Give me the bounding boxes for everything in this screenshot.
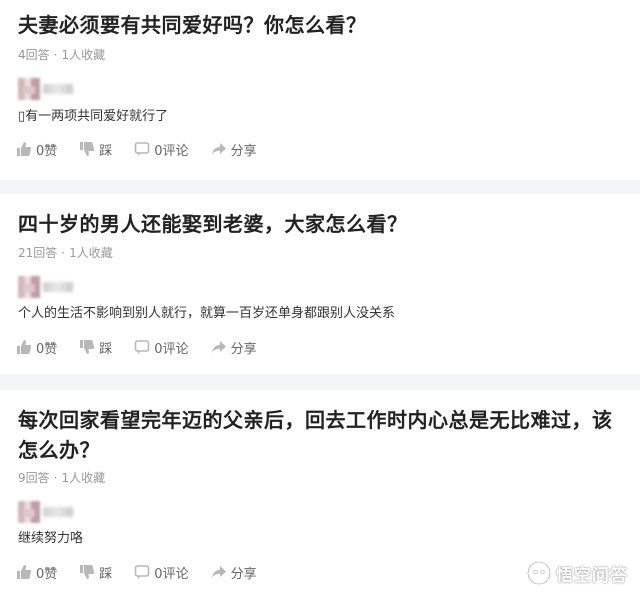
meta-dot: · [61, 246, 66, 260]
avatar[interactable] [18, 501, 40, 523]
author-name-blurred[interactable] [43, 84, 73, 94]
question-title[interactable]: 夫妻必须要有共同爱好吗？你怎么看？ [18, 10, 616, 40]
dislike-button[interactable]: 踩 [79, 140, 112, 159]
avatar[interactable] [18, 78, 40, 100]
card-separator [0, 180, 640, 194]
thumbs-down-icon [80, 340, 95, 354]
like-button[interactable]: 0赞 [16, 563, 57, 582]
favorite-count: 1人收藏 [61, 48, 106, 62]
thumbs-up-icon [17, 142, 32, 156]
share-icon [211, 566, 226, 578]
comment-icon [134, 565, 150, 579]
comment-icon [134, 142, 150, 156]
answer-author[interactable] [18, 501, 73, 523]
favorite-count: 1人收藏 [69, 246, 113, 260]
author-name-blurred[interactable] [43, 282, 73, 292]
answer-text[interactable]: ▯有一两项共同爱好就行了 [18, 108, 168, 126]
wukong-logo-icon [526, 560, 552, 586]
dislike-button[interactable]: 踩 [79, 563, 112, 582]
share-label: 分享 [230, 566, 257, 582]
thumbs-down-icon [80, 565, 95, 579]
comment-button[interactable]: 0评论 [134, 563, 189, 582]
comment-count: 0评论 [154, 341, 189, 357]
favorite-count: 1人收藏 [61, 471, 106, 485]
share-label: 分享 [230, 143, 257, 159]
answer-text[interactable]: 个人的生活不影响到别人就行，就算一百岁还单身都跟别人没关系 [18, 305, 395, 323]
action-bar: 0赞 踩 0评论 分享 [16, 562, 279, 582]
comment-button[interactable]: 0评论 [134, 338, 189, 357]
question-title[interactable]: 每次回家看望完年迈的父亲后，回去工作时内心总是无比难过，该怎么办？ [18, 405, 616, 465]
thumbs-up-icon [17, 340, 32, 354]
dislike-label: 踩 [99, 566, 113, 582]
question-meta: 21回答 · 1人收藏 [18, 245, 113, 261]
question-card: 夫妻必须要有共同爱好吗？你怎么看？ 4回答 · 1人收藏 ▯有一两项共同爱好就行了 … [0, 0, 640, 180]
dislike-label: 踩 [99, 341, 113, 357]
avatar[interactable] [18, 276, 40, 298]
comment-icon [134, 340, 150, 354]
thumbs-down-icon [80, 142, 95, 156]
answer-author[interactable] [18, 78, 73, 100]
dislike-button[interactable]: 踩 [79, 338, 112, 357]
question-meta: 9回答 · 1人收藏 [18, 470, 105, 486]
question-card: 四十岁的男人还能娶到老婆，大家怎么看？ 21回答 · 1人收藏 个人的生活不影响到别… [0, 194, 640, 374]
share-button[interactable]: 分享 [211, 338, 257, 357]
share-label: 分享 [230, 341, 257, 357]
share-button[interactable]: 分享 [211, 140, 257, 159]
question-meta: 4回答 · 1人收藏 [18, 47, 105, 63]
answer-count: 4回答 [18, 48, 50, 62]
dislike-label: 踩 [99, 143, 113, 159]
like-count: 0赞 [36, 143, 58, 159]
comment-button[interactable]: 0评论 [134, 140, 189, 159]
card-separator [0, 374, 640, 390]
action-bar: 0赞 踩 0评论 分享 [16, 139, 279, 159]
comment-count: 0评论 [154, 566, 189, 582]
answer-author[interactable] [18, 276, 73, 298]
answer-count: 9回答 [18, 471, 50, 485]
meta-dot: · [53, 48, 58, 62]
action-bar: 0赞 踩 0评论 分享 [16, 337, 279, 357]
watermark-text: 悟空问答 [556, 565, 628, 586]
share-button[interactable]: 分享 [211, 563, 257, 582]
thumbs-up-icon [17, 565, 32, 579]
answer-count: 21回答 [18, 246, 58, 260]
meta-dot: · [53, 471, 58, 485]
answer-text[interactable]: 继续努力咯 [18, 530, 83, 548]
like-button[interactable]: 0赞 [16, 338, 57, 357]
author-name-blurred[interactable] [43, 507, 73, 517]
wukong-watermark: 悟空问答 [526, 560, 628, 586]
share-icon [211, 143, 226, 155]
like-count: 0赞 [36, 341, 58, 357]
like-count: 0赞 [36, 566, 58, 582]
comment-count: 0评论 [154, 143, 189, 159]
share-icon [211, 341, 226, 353]
like-button[interactable]: 0赞 [16, 140, 57, 159]
question-title[interactable]: 四十岁的男人还能娶到老婆，大家怎么看？ [18, 209, 616, 239]
